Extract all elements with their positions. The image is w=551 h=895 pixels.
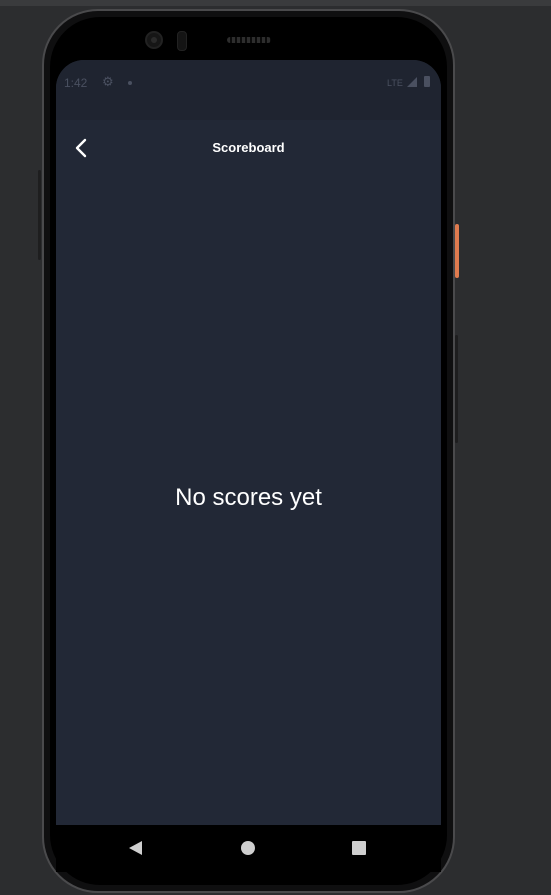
signal-icon: [407, 77, 417, 87]
host-window-topbar: [0, 0, 551, 6]
page-title: Scoreboard: [212, 140, 285, 155]
network-type: LTE: [387, 78, 403, 88]
proximity-sensor: [177, 31, 187, 51]
device-power-button[interactable]: [455, 224, 459, 278]
front-camera: [145, 31, 163, 49]
system-nav-bar: [56, 825, 441, 872]
device-volume-button[interactable]: [455, 335, 458, 443]
app-bar: Scoreboard: [56, 120, 441, 176]
nav-home-icon[interactable]: [241, 841, 255, 855]
gear-icon: ⚙: [102, 74, 114, 89]
device-left-button: [38, 170, 41, 260]
battery-icon: [424, 76, 430, 87]
nav-recents-icon[interactable]: [352, 841, 366, 855]
status-bar: 1:42 ⚙ LTE: [56, 60, 441, 120]
empty-state-message: No scores yet: [175, 484, 322, 511]
device-screen: 1:42 ⚙ LTE Scoreboard No scores yet: [56, 60, 441, 870]
nav-back-icon[interactable]: [129, 841, 142, 855]
notification-dot-icon: [128, 81, 132, 85]
earpiece-speaker: [227, 37, 271, 43]
status-time: 1:42: [64, 76, 88, 90]
